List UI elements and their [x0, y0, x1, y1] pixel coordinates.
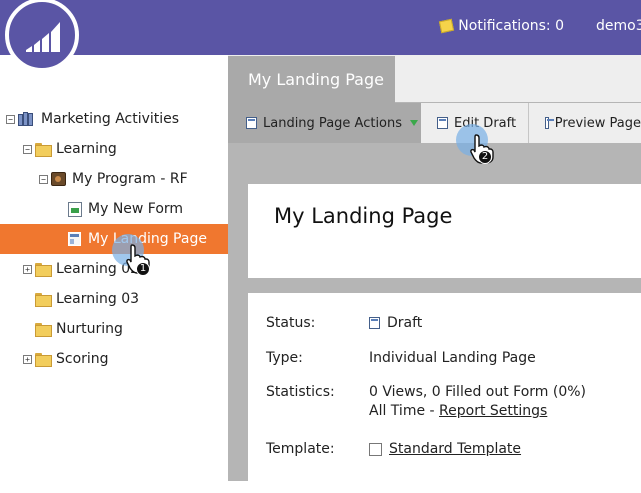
program-icon	[51, 172, 66, 186]
notifications-icon	[439, 18, 455, 34]
main-content: My Landing Page Landing Page Actions Edi…	[228, 55, 641, 493]
expand-toggle-icon[interactable]: +	[23, 354, 32, 364]
report-settings-link[interactable]: Report Settings	[439, 403, 547, 419]
draft-icon	[369, 317, 380, 329]
toolbar: Landing Page Actions Edit Draft Preview …	[228, 103, 641, 143]
collapse-toggle-icon[interactable]: −	[39, 174, 48, 184]
type-value: Individual Landing Page	[369, 350, 536, 366]
tab-my-landing-page[interactable]: My Landing Page	[228, 56, 395, 103]
statistics-value: 0 Views, 0 Filled out Form (0%)	[369, 384, 587, 400]
landing-page-icon	[68, 232, 81, 246]
standard-template-link[interactable]: Standard Template	[389, 441, 521, 457]
folder-icon	[35, 293, 52, 307]
step-badge-1: 1	[136, 262, 150, 276]
tab-strip: My Landing Page	[228, 55, 641, 103]
dropdown-arrow-icon	[410, 120, 419, 126]
landing-page-actions-button[interactable]: Landing Page Actions	[228, 103, 421, 143]
collapse-toggle-icon[interactable]: −	[6, 114, 15, 124]
status-label: Status:	[266, 315, 316, 331]
logo-bars-icon	[26, 22, 60, 52]
statistics-label: Statistics:	[266, 384, 335, 400]
template-label: Template:	[266, 441, 335, 457]
tree-item-learning[interactable]: − Learning	[0, 134, 228, 164]
notifications-button[interactable]: Notifications: 0	[439, 18, 564, 34]
status-text: Draft	[387, 315, 423, 331]
tree-item-learning-03[interactable]: Learning 03	[0, 284, 228, 314]
tree-item-label: Marketing Activities	[41, 111, 180, 127]
folder-icon	[35, 353, 52, 367]
marketing-activities-tree: − Marketing Activities − Learning − My P…	[0, 55, 228, 481]
tree-item-label: Nurturing	[56, 321, 123, 337]
type-label: Type:	[266, 350, 303, 366]
folder-icon	[35, 323, 52, 337]
tree-item-label: My Program - RF	[72, 171, 188, 187]
tree-item-marketing-activities[interactable]: − Marketing Activities	[0, 104, 228, 134]
tree-item-scoring[interactable]: + Scoring	[0, 344, 228, 374]
tree-item-label: Learning	[56, 141, 117, 157]
status-value: Draft	[369, 315, 422, 331]
edit-draft-icon	[437, 117, 448, 129]
form-icon	[68, 201, 82, 217]
preview-page-button[interactable]: Preview Page	[528, 103, 641, 143]
time-prefix: All Time -	[369, 403, 435, 419]
title-panel: My Landing Page	[248, 184, 641, 278]
collapse-toggle-icon[interactable]: −	[23, 144, 32, 154]
landing-page-icon	[246, 117, 257, 129]
tree-item-my-new-form[interactable]: My New Form	[0, 194, 228, 224]
tree-item-nurturing[interactable]: Nurturing	[0, 314, 228, 344]
user-menu[interactable]: demo3	[596, 18, 641, 34]
marketo-logo[interactable]	[5, 0, 79, 72]
books-icon	[18, 112, 36, 126]
step-badge-2: 2	[478, 150, 492, 164]
expand-toggle-icon[interactable]: +	[23, 264, 32, 274]
top-bar: Notifications: 0 demo3	[0, 0, 641, 55]
tree-item-label: My New Form	[88, 201, 184, 217]
details-panel: Status: Draft Type: Individual Landing P…	[248, 293, 641, 493]
tree-item-label: Scoring	[56, 351, 109, 367]
folder-icon	[35, 263, 52, 277]
landing-page-actions-label: Landing Page Actions	[263, 115, 403, 131]
tree-item-my-program[interactable]: − My Program - RF	[0, 164, 228, 194]
tree-item-label: Learning 03	[56, 291, 140, 307]
page-title: My Landing Page	[274, 204, 453, 228]
preview-icon	[545, 117, 554, 129]
template-icon	[369, 442, 382, 456]
folder-icon	[35, 143, 52, 157]
preview-page-label: Preview Page	[554, 115, 641, 131]
statistics-period: All Time - Report Settings	[369, 403, 547, 419]
template-value: Standard Template	[369, 441, 521, 457]
notifications-label: Notifications: 0	[458, 18, 564, 34]
